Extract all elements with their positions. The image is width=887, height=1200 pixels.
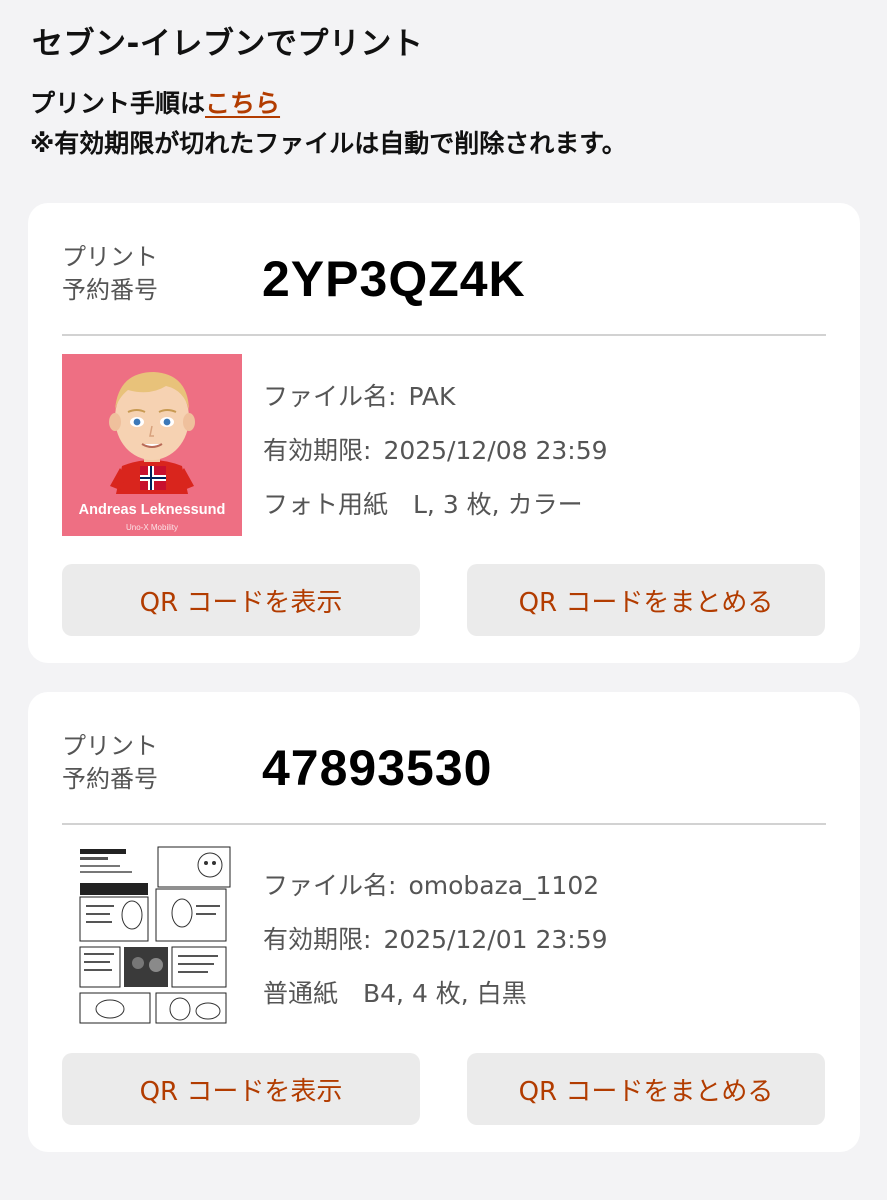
file-name-value: PAK bbox=[408, 382, 456, 411]
thumbnail-caption-name: Andreas Leknessund bbox=[79, 502, 226, 518]
avatar-illustration: Andreas Leknessund Uno-X Mobility bbox=[62, 354, 242, 536]
reservation-label-line1: プリント bbox=[62, 243, 158, 271]
reservation-card: プリント 予約番号 47893530 ファイル名: omobaza_1102 有… bbox=[28, 692, 860, 1152]
expiry-notice: ※有効期限が切れたファイルは自動で削除されます。 bbox=[30, 129, 627, 158]
card-divider bbox=[62, 823, 826, 825]
expiry-label: 有効期限: bbox=[263, 436, 372, 465]
instructions-prefix: プリント手順は bbox=[30, 89, 206, 118]
expiry-label: 有効期限: bbox=[263, 925, 372, 954]
file-thumbnail: Andreas Leknessund Uno-X Mobility bbox=[62, 354, 242, 536]
expiry-row: 有効期限: 2025/12/01 23:59 bbox=[263, 913, 608, 967]
reservation-label: プリント 予約番号 bbox=[62, 730, 158, 796]
instructions-line: プリント手順はこちら bbox=[30, 84, 627, 124]
expiry-row: 有効期限: 2025/12/08 23:59 bbox=[263, 424, 608, 478]
file-name-row: ファイル名: PAK bbox=[263, 370, 608, 424]
show-qr-button[interactable]: QR コードを表示 bbox=[62, 1053, 420, 1125]
instructions-link[interactable]: こちら bbox=[205, 89, 280, 118]
print-spec-row: 普通紙 B4, 4 枚, 白黒 bbox=[263, 967, 608, 1021]
file-info: ファイル名: PAK 有効期限: 2025/12/08 23:59 フォト用紙 L,… bbox=[263, 370, 608, 532]
manga-page-illustration bbox=[62, 843, 242, 1025]
expiry-value: 2025/12/08 23:59 bbox=[383, 436, 608, 465]
expiry-value: 2025/12/01 23:59 bbox=[383, 925, 608, 954]
page-title: セブン-イレブンでプリント bbox=[32, 26, 424, 62]
reservation-label: プリント 予約番号 bbox=[62, 241, 158, 307]
reservation-number: 2YP3QZ4K bbox=[262, 251, 526, 307]
reservation-label-line2: 予約番号 bbox=[62, 765, 158, 793]
reservation-label-line2: 予約番号 bbox=[62, 276, 158, 304]
thumbnail-caption-team: Uno-X Mobility bbox=[126, 523, 178, 532]
card-divider bbox=[62, 334, 826, 336]
file-name-row: ファイル名: omobaza_1102 bbox=[263, 859, 608, 913]
file-thumbnail bbox=[62, 843, 242, 1025]
reservation-card: プリント 予約番号 2YP3QZ4K Andreas Leknessund Un… bbox=[28, 203, 860, 663]
print-spec-value: フォト用紙 L, 3 枚, カラー bbox=[263, 490, 583, 519]
file-info: ファイル名: omobaza_1102 有効期限: 2025/12/01 23:59… bbox=[263, 859, 608, 1021]
show-qr-button[interactable]: QR コードを表示 bbox=[62, 564, 420, 636]
combine-qr-button[interactable]: QR コードをまとめる bbox=[467, 564, 825, 636]
combine-qr-button[interactable]: QR コードをまとめる bbox=[467, 1053, 825, 1125]
print-spec-row: フォト用紙 L, 3 枚, カラー bbox=[263, 478, 608, 532]
print-spec-value: 普通紙 B4, 4 枚, 白黒 bbox=[263, 979, 527, 1008]
reservation-number: 47893530 bbox=[262, 740, 493, 796]
file-name-value: omobaza_1102 bbox=[408, 871, 600, 900]
reservation-label-line1: プリント bbox=[62, 732, 158, 760]
instructions-notice: プリント手順はこちら ※有効期限が切れたファイルは自動で削除されます。 bbox=[30, 84, 627, 164]
file-name-label: ファイル名: bbox=[263, 382, 397, 411]
file-name-label: ファイル名: bbox=[263, 871, 397, 900]
